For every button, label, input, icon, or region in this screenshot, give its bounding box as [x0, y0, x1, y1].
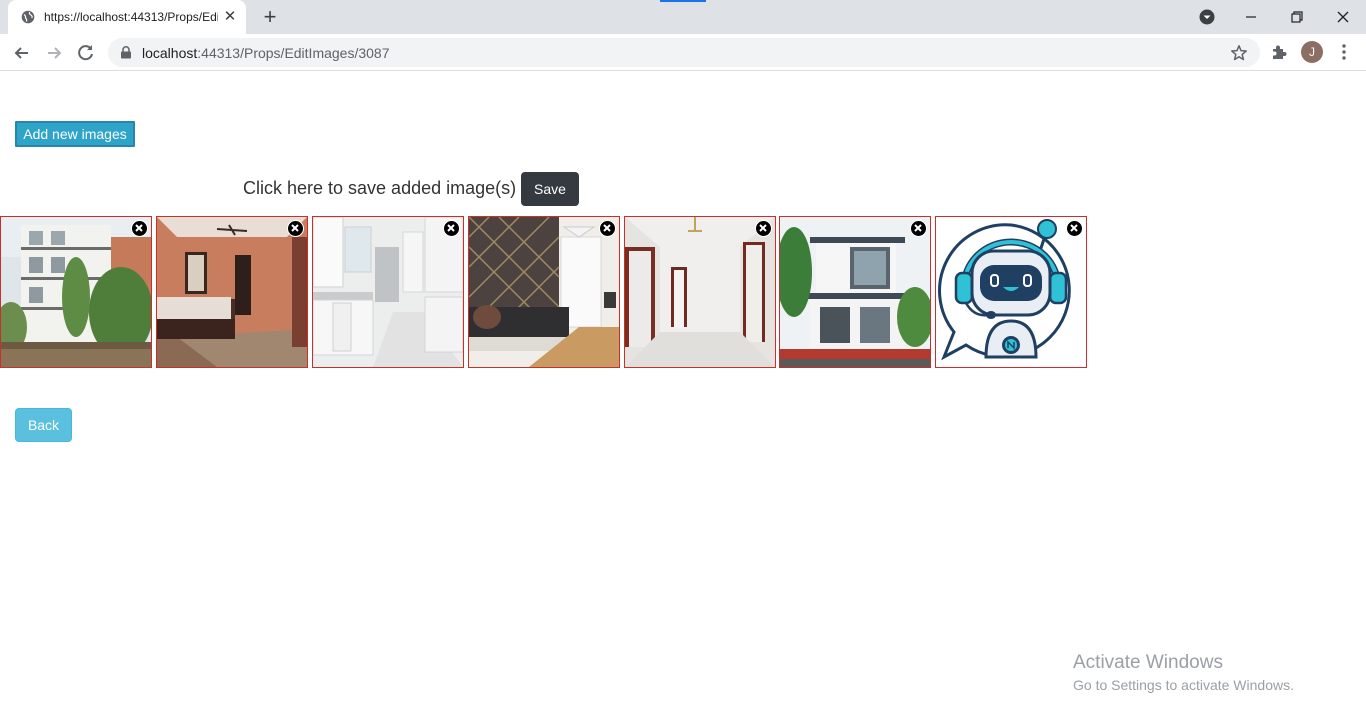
- image-thumbnail[interactable]: [156, 216, 308, 368]
- back-button[interactable]: Back: [15, 408, 72, 442]
- minimize-icon[interactable]: [1239, 5, 1263, 29]
- browser-toolbar: localhost:44313/Props/EditImages/3087: [0, 34, 1366, 71]
- address-bar[interactable]: localhost:44313/Props/EditImages/3087: [108, 38, 1260, 67]
- activate-windows-watermark: Activate Windows Go to Settings to activ…: [1073, 651, 1294, 696]
- robot-logo-image: [936, 217, 1086, 367]
- watermark-subtitle: Go to Settings to activate Windows.: [1073, 677, 1294, 693]
- tab-search-icon[interactable]: [1199, 9, 1215, 25]
- close-x-icon: [759, 224, 767, 232]
- modern-house-photo: [780, 217, 930, 367]
- extensions-puzzle-icon[interactable]: [1270, 43, 1288, 61]
- browser-tab[interactable]: https://localhost:44313/Props/EditImages…: [8, 0, 246, 34]
- image-thumbnail[interactable]: [624, 216, 776, 368]
- remove-image-icon[interactable]: [755, 220, 772, 237]
- tab-close-icon[interactable]: ✕: [222, 9, 238, 25]
- new-tab-button[interactable]: +: [258, 5, 282, 29]
- close-x-icon: [603, 224, 611, 232]
- bookmark-star-icon[interactable]: [1230, 44, 1248, 62]
- tab-title: https://localhost:44313/Props/EditImages…: [44, 10, 218, 24]
- url-text: localhost:44313/Props/EditImages/3087: [142, 45, 390, 61]
- profile-avatar[interactable]: J: [1301, 41, 1323, 63]
- window-close-icon[interactable]: [1331, 5, 1355, 29]
- kitchen-photo: [313, 217, 463, 367]
- close-x-icon: [1070, 224, 1078, 232]
- bedroom-wallpaper-photo: [469, 217, 619, 367]
- remove-image-icon[interactable]: [910, 220, 927, 237]
- save-button[interactable]: Save: [521, 172, 579, 206]
- reload-icon[interactable]: [73, 40, 99, 66]
- image-thumbnail[interactable]: [312, 216, 464, 368]
- url-path: :44313/Props/EditImages/3087: [197, 45, 390, 61]
- image-thumbnail[interactable]: [468, 216, 620, 368]
- more-menu-icon[interactable]: [1336, 42, 1352, 62]
- save-prompt-text: Click here to save added image(s): [243, 178, 517, 198]
- apartment-building-photo: [1, 217, 151, 367]
- add-new-images-button[interactable]: Add new images: [15, 121, 135, 147]
- back-arrow-icon[interactable]: [9, 40, 35, 66]
- close-x-icon: [135, 224, 143, 232]
- forward-arrow-icon[interactable]: [41, 40, 67, 66]
- restore-icon[interactable]: [1285, 5, 1309, 29]
- empty-room-photo: [625, 217, 775, 367]
- remove-image-icon[interactable]: [131, 220, 148, 237]
- image-thumbnail[interactable]: [0, 216, 152, 368]
- url-host: localhost: [142, 45, 198, 61]
- browser-tab-strip: https://localhost:44313/Props/EditImages…: [0, 0, 1366, 34]
- image-thumbnail[interactable]: [935, 216, 1087, 368]
- remove-image-icon[interactable]: [599, 220, 616, 237]
- bedroom-photo: [157, 217, 307, 367]
- tab-strip-accent: [660, 0, 706, 2]
- image-thumbnail[interactable]: [779, 216, 931, 368]
- remove-image-icon[interactable]: [443, 220, 460, 237]
- close-x-icon: [447, 224, 455, 232]
- remove-image-icon[interactable]: [1066, 220, 1083, 237]
- close-x-icon: [291, 224, 299, 232]
- watermark-title: Activate Windows: [1073, 652, 1223, 673]
- close-x-icon: [914, 224, 922, 232]
- globe-icon: [21, 10, 35, 24]
- lock-icon[interactable]: [120, 46, 132, 59]
- remove-image-icon[interactable]: [287, 220, 304, 237]
